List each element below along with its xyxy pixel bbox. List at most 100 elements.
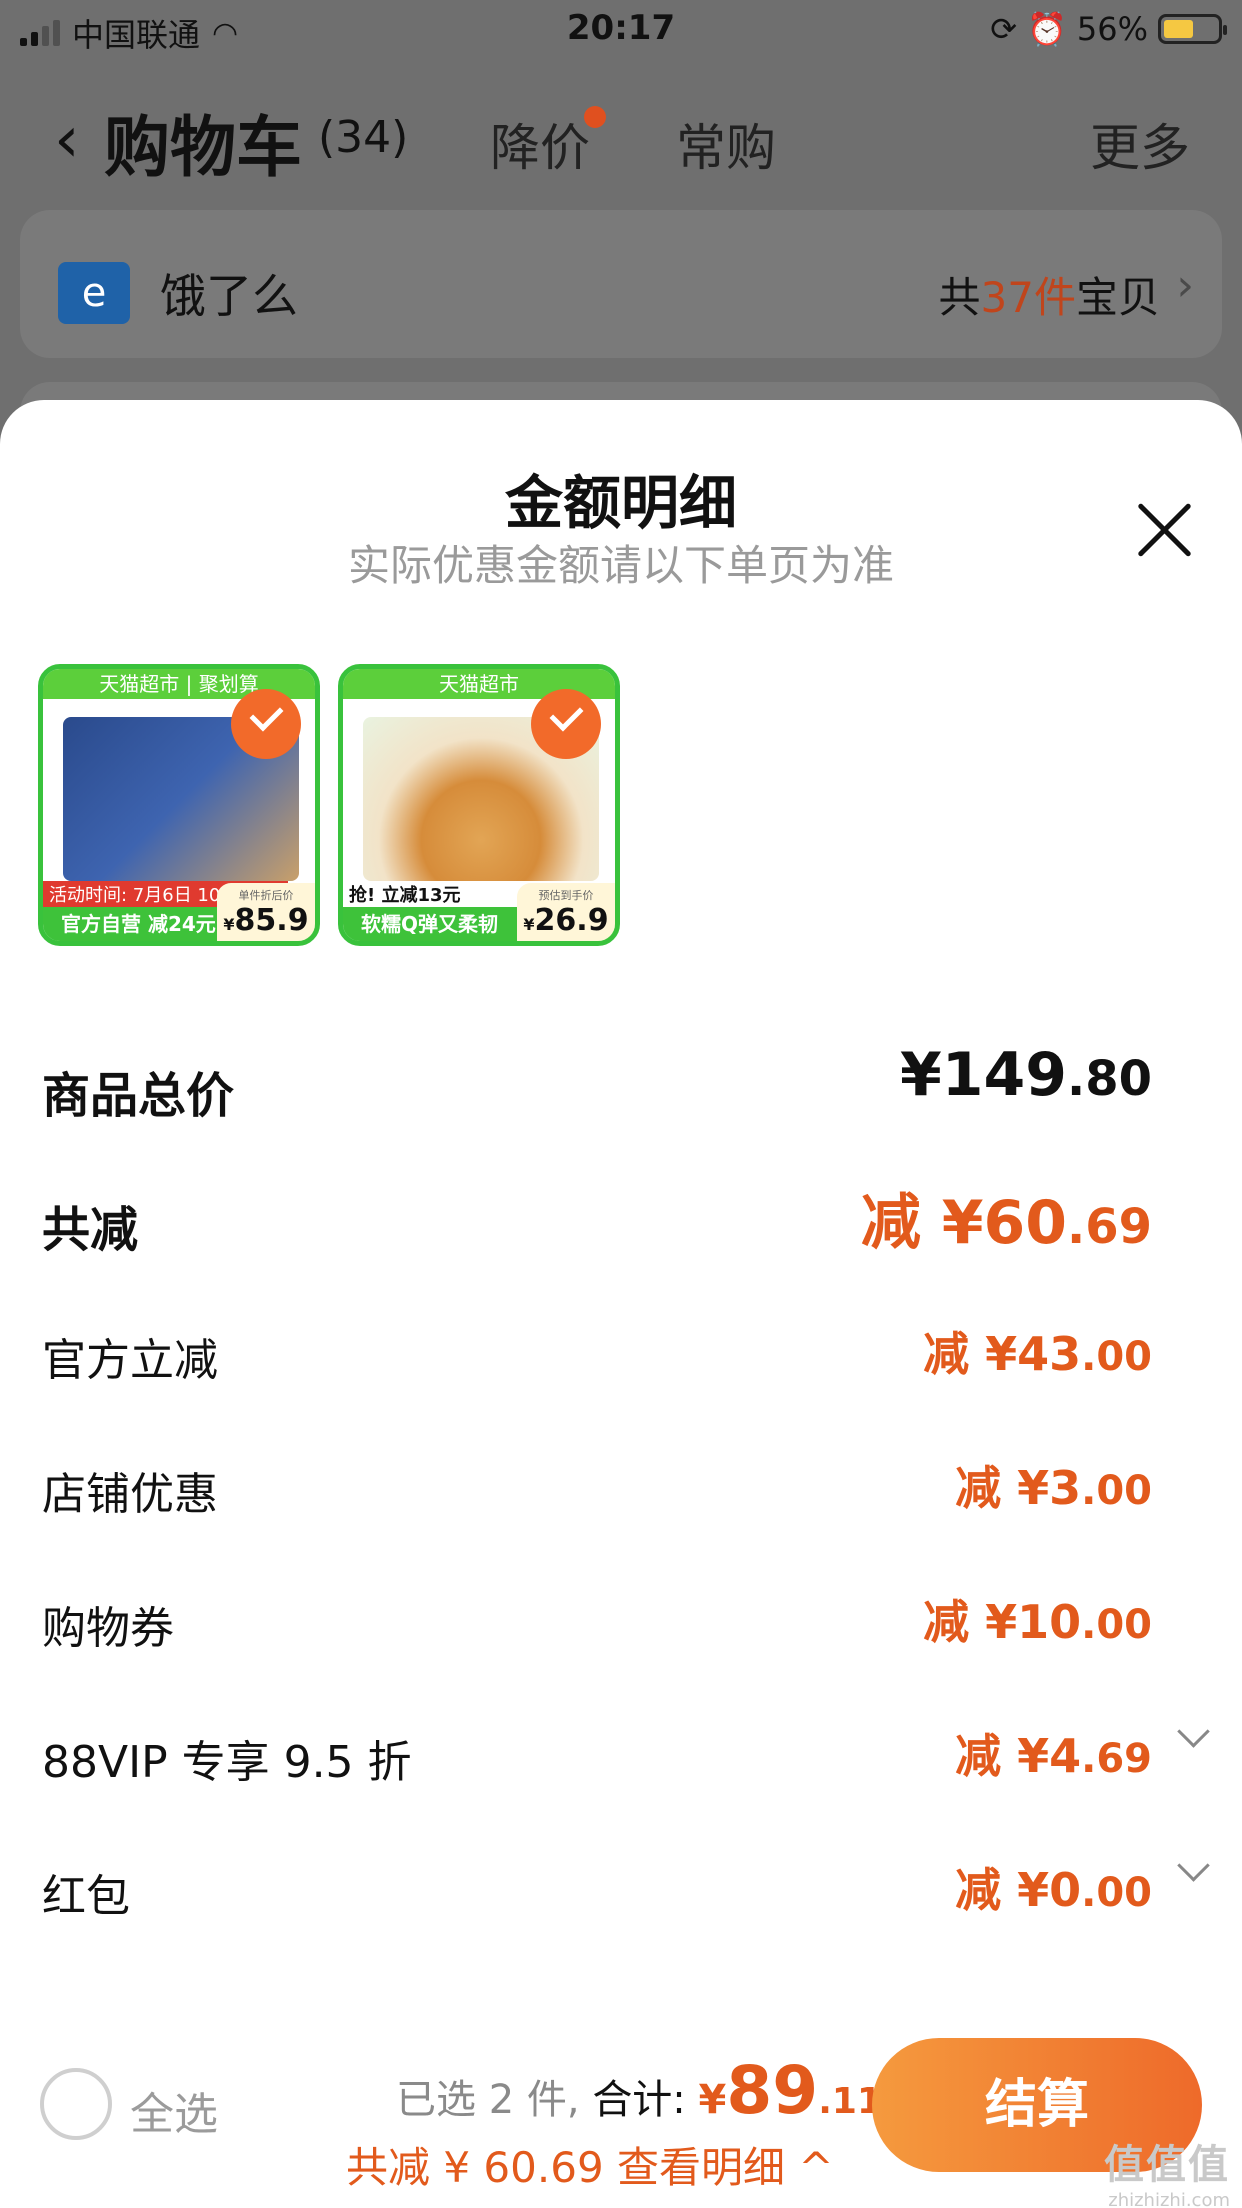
row-vip-discount[interactable]: 88VIP 专享 9.5 折 减 ¥4.69 (0, 1710, 1242, 1800)
watermark-url: zhizhizhi.com (1108, 2190, 1230, 2208)
product-price-box: 单件折后价 ¥85.9 (217, 883, 315, 941)
product-card[interactable]: 天猫超市 | 聚划算 活动时间: 7月6日 10点开抢! 官方自营 减24元 单… (38, 664, 320, 946)
nav-bar: ‹ 购物车 (34) 降价 常购 更多 (0, 88, 1242, 188)
row-value-int: 10 (1017, 1595, 1082, 1649)
rotation-lock-icon: ⟳ (990, 10, 1018, 48)
product-price-currency: ¥ (223, 915, 235, 934)
row-value-frac: .69 (1066, 1199, 1152, 1255)
checked-icon[interactable] (231, 689, 301, 759)
row-label: 店铺优惠 (42, 1469, 218, 1520)
row-coupon: 购物券 减 ¥10.00 (0, 1576, 1242, 1666)
back-icon[interactable]: ‹ (54, 108, 80, 172)
product-price: ¥85.9 (217, 903, 315, 938)
view-detail-link[interactable]: 共减 ¥ 60.69 查看明细 ^ (346, 2134, 834, 2195)
store-meta-suffix: 宝贝 (1075, 273, 1160, 322)
product-price-box: 预估到手价 ¥26.9 (517, 883, 615, 941)
row-label: 共减 (42, 1202, 139, 1258)
row-value: 减 ¥10.00 (923, 1586, 1152, 1652)
row-label: 88VIP 专享 9.5 折 (42, 1737, 412, 1788)
row-value-frac: .69 (1081, 1736, 1152, 1782)
selected-count-text: 已选 2 件, (396, 2077, 580, 2123)
sheet-title: 金额明细 (504, 469, 737, 537)
row-value-frac: .00 (1081, 1334, 1152, 1380)
close-button[interactable] (1134, 500, 1194, 560)
row-value-prefix: 减 ¥ (923, 1327, 1018, 1381)
chevron-down-icon[interactable] (1176, 1854, 1206, 1884)
row-value-frac: .00 (1081, 1602, 1152, 1648)
row-value-prefix: 减 ¥ (923, 1595, 1018, 1649)
row-value-int: 60 (983, 1188, 1067, 1258)
cart-count: (34) (318, 112, 409, 163)
product-price-value: 26.9 (534, 903, 609, 938)
row-value: 减 ¥3.00 (955, 1452, 1152, 1518)
row-store-discount: 店铺优惠 减 ¥3.00 (0, 1442, 1242, 1532)
store-name: 饿了么 (160, 269, 298, 323)
eleme-logo-icon: e (58, 262, 130, 324)
store-card[interactable]: e 饿了么 共37件宝贝 › (20, 210, 1222, 358)
more-button[interactable]: 更多 (1090, 108, 1190, 180)
row-value-prefix: 减 ¥ (860, 1188, 984, 1258)
selected-summary: 已选 2 件, 合计: ¥89.11 (396, 2052, 882, 2129)
battery-icon (1158, 14, 1227, 44)
row-value-int: 3 (1049, 1461, 1082, 1515)
row-value: 减 ¥43.00 (923, 1318, 1152, 1384)
store-meta-prefix: 共 (938, 273, 981, 322)
total-currency: ¥ (698, 2077, 727, 2123)
watermark: 值值值 zhizhizhi.com (1104, 2132, 1230, 2208)
row-total-reduce: 共减 减 ¥60.69 (0, 1174, 1242, 1264)
row-value-int: 149 (941, 1040, 1067, 1110)
row-label: 购物券 (42, 1603, 174, 1654)
product-price: ¥26.9 (517, 903, 615, 938)
row-total-price: 商品总价 ¥149.80 (0, 1040, 1242, 1130)
row-label: 商品总价 (42, 1068, 235, 1124)
status-right: ⟳ ⏰ 56% (990, 10, 1227, 48)
tab-price-drop[interactable]: 降价 (490, 108, 590, 180)
row-value-int: 4 (1049, 1729, 1082, 1783)
store-item-count: 共37件宝贝 (939, 264, 1160, 325)
total-label: 合计: (592, 2077, 686, 2123)
selected-products: 天猫超市 | 聚划算 活动时间: 7月6日 10点开抢! 官方自营 减24元 单… (38, 664, 620, 946)
row-value: ¥149.80 (900, 1040, 1152, 1110)
row-value-prefix: 减 ¥ (955, 1863, 1050, 1917)
row-value: 减 ¥60.69 (861, 1174, 1152, 1261)
select-all-radio[interactable] (40, 2068, 112, 2140)
notification-dot (584, 106, 606, 128)
row-value-prefix: 减 ¥ (955, 1729, 1050, 1783)
row-value-frac: .00 (1081, 1870, 1152, 1916)
product-card[interactable]: 天猫超市 抢! 立减13元 软糯Q弹又柔韧 预估到手价 ¥26.9 (338, 664, 620, 946)
select-all-label[interactable]: 全选 (130, 2078, 218, 2142)
amount-detail-sheet: 金额明细 实际优惠金额请以下单页为准 天猫超市 | 聚划算 活动时间: 7月6日… (0, 400, 1242, 2208)
product-price-value: 85.9 (234, 903, 309, 938)
row-value-frac: .80 (1066, 1051, 1152, 1107)
alarm-icon: ⏰ (1027, 10, 1067, 48)
row-value: 减 ¥0.00 (955, 1854, 1152, 1920)
checkout-bar: 全选 已选 2 件, 合计: ¥89.11 共减 ¥ 60.69 查看明细 ^ … (0, 2020, 1242, 2208)
sheet-subtitle: 实际优惠金额请以下单页为准 (347, 541, 894, 590)
product-price-label: 单件折后价 (238, 889, 294, 902)
product-promo-tag: 抢! 立减13元 (343, 881, 467, 907)
row-value-prefix: ¥ (899, 1040, 942, 1110)
store-meta-count: 37件 (980, 273, 1076, 322)
row-value-int: 43 (1017, 1327, 1082, 1381)
row-label: 官方立减 (42, 1335, 218, 1386)
chevron-down-icon[interactable] (1176, 1720, 1206, 1750)
row-value: 减 ¥4.69 (955, 1720, 1152, 1786)
battery-percent: 56% (1076, 10, 1148, 48)
product-price-label: 预估到手价 (538, 889, 594, 902)
total-price: ¥89.11 (698, 2052, 882, 2129)
chevron-right-icon: › (1176, 260, 1194, 311)
row-label: 红包 (42, 1871, 130, 1922)
product-price-currency: ¥ (523, 915, 535, 934)
row-value-prefix: 减 ¥ (955, 1461, 1050, 1515)
row-official-discount: 官方立减 减 ¥43.00 (0, 1308, 1242, 1398)
battery-fill (1164, 20, 1194, 38)
total-int: 89 (726, 2052, 819, 2129)
row-value-int: 0 (1049, 1863, 1082, 1917)
tab-frequent[interactable]: 常购 (676, 108, 776, 180)
watermark-logo: 值值值 (1104, 2142, 1230, 2188)
row-red-packet[interactable]: 红包 减 ¥0.00 (0, 1844, 1242, 1934)
page-title: 购物车 (104, 109, 302, 186)
row-value-frac: .00 (1081, 1468, 1152, 1514)
checked-icon[interactable] (531, 689, 601, 759)
status-bar: 中国联通 ◠ 20:17 ⟳ ⏰ 56% (0, 0, 1242, 62)
